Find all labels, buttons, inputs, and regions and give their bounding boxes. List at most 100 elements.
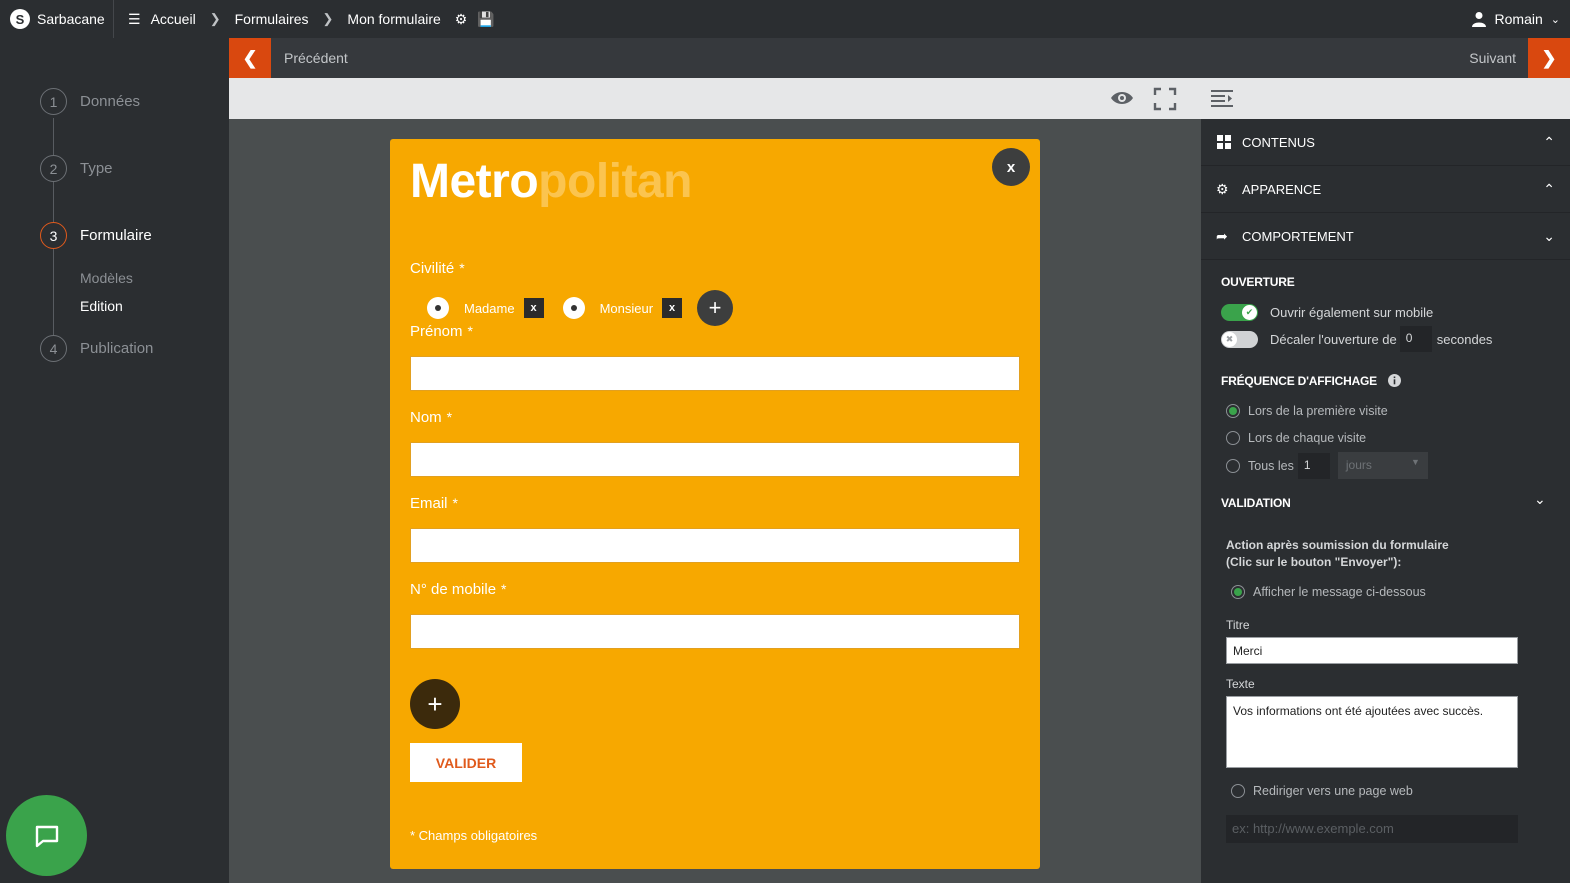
radio-madame[interactable] xyxy=(427,297,449,319)
section-comportement[interactable]: ➦ COMPORTEMENT ⌄ xyxy=(1201,213,1570,260)
delay-seconds-input[interactable]: 0 xyxy=(1399,326,1432,352)
substep-modeles[interactable]: Modèles xyxy=(80,270,133,286)
field-label-email[interactable]: Email * xyxy=(410,495,458,512)
delay-toggle-row: ✖ Décaler l'ouverture de 0 secondes xyxy=(1221,326,1492,352)
previous-button[interactable]: ❮ xyxy=(229,38,271,78)
remove-option-button[interactable]: x xyxy=(523,298,544,318)
required-marker: * xyxy=(452,495,458,511)
nom-input[interactable] xyxy=(410,442,1020,477)
freq-every-n[interactable]: Tous les 1 jours ▼ xyxy=(1226,452,1428,479)
chat-button[interactable] xyxy=(6,795,87,876)
field-label-text: N° de mobile xyxy=(410,581,497,598)
mobile-toggle[interactable]: ✔ xyxy=(1221,304,1258,321)
radio-unselected xyxy=(1231,784,1245,798)
grid-icon xyxy=(1217,135,1231,149)
submit-button[interactable]: VALIDER xyxy=(410,743,522,782)
required-fields-note: * Champs obligatoires xyxy=(410,828,538,843)
mobile-input[interactable] xyxy=(410,614,1020,649)
user-name: Romain xyxy=(1494,11,1543,27)
sarbacane-logo-icon: S xyxy=(10,9,30,29)
chevron-up-icon: ⌃ xyxy=(1543,180,1555,197)
next-label[interactable]: Suivant xyxy=(1469,50,1516,66)
ouverture-title: OUVERTURE xyxy=(1221,275,1295,289)
app-logo[interactable]: S Sarbacane xyxy=(10,9,113,29)
plus-icon: + xyxy=(427,688,443,719)
panel-toggle-icon[interactable] xyxy=(1211,89,1233,107)
breadcrumb-mon-formulaire: Mon formulaire xyxy=(347,11,441,27)
chevron-right-icon: ❯ xyxy=(209,11,221,26)
form-title[interactable]: Metropolitan xyxy=(410,154,692,209)
radio-label: Lors de la première visite xyxy=(1248,404,1388,418)
section-label: COMPORTEMENT xyxy=(1242,228,1354,244)
step-type[interactable]: 2 Type xyxy=(40,155,113,182)
delay-label-before: Décaler l'ouverture de xyxy=(1270,331,1397,347)
add-field-button[interactable]: + xyxy=(410,679,460,729)
delay-toggle[interactable]: ✖ xyxy=(1221,330,1258,348)
info-icon[interactable] xyxy=(1388,374,1402,387)
section-contenus[interactable]: CONTENUS ⌃ xyxy=(1201,119,1570,166)
option-label[interactable]: Madame xyxy=(464,301,515,316)
step-label: Type xyxy=(80,160,113,177)
freq-each-visit[interactable]: Lors de chaque visite xyxy=(1226,431,1366,445)
next-button[interactable]: ❯ xyxy=(1528,38,1570,78)
mobile-toggle-row: ✔ Ouvrir également sur mobile xyxy=(1221,304,1433,321)
field-label-text: Email xyxy=(410,495,448,512)
field-label-prenom[interactable]: Prénom * xyxy=(410,323,473,340)
redirect-url-input[interactable]: ex: http://www.exemple.com xyxy=(1226,815,1518,843)
remove-option-button[interactable]: x xyxy=(662,298,683,318)
panel-toolbar xyxy=(1201,78,1570,119)
form-popup[interactable]: x Metropolitan Civilité * Madame x Monsie… xyxy=(390,139,1040,869)
prenom-input[interactable] xyxy=(410,356,1020,391)
hamburger-menu-icon[interactable]: ☰ xyxy=(128,11,141,28)
titre-label: Titre xyxy=(1226,618,1250,632)
titre-input[interactable]: Merci xyxy=(1226,637,1518,664)
field-label-mobile[interactable]: N° de mobile * xyxy=(410,581,507,598)
step-donnees[interactable]: 1 Données xyxy=(40,88,140,115)
step-number: 3 xyxy=(40,222,67,249)
preview-eye-icon[interactable] xyxy=(1110,89,1134,107)
breadcrumb-accueil[interactable]: Accueil xyxy=(151,11,196,27)
top-divider xyxy=(113,0,114,38)
show-message-option[interactable]: Afficher le message ci-dessous xyxy=(1231,585,1426,599)
every-n-input[interactable]: 1 xyxy=(1297,452,1330,479)
radio-label: Tous les xyxy=(1248,458,1294,473)
unit-select[interactable]: jours ▼ xyxy=(1337,452,1428,479)
radio-selected xyxy=(1231,585,1245,599)
step-number: 1 xyxy=(40,88,67,115)
section-apparence[interactable]: ⚙ APPARENCE ⌃ xyxy=(1201,166,1570,213)
texte-textarea[interactable]: Vos informations ont été ajoutées avec s… xyxy=(1226,696,1518,768)
close-button[interactable]: x xyxy=(992,148,1030,186)
editor-toolbar xyxy=(229,78,1201,119)
chevron-up-icon: ⌃ xyxy=(1543,133,1555,150)
redirect-option[interactable]: Rediriger vers une page web xyxy=(1231,784,1413,798)
chevron-down-icon[interactable]: ⌄ xyxy=(1534,491,1546,508)
settings-gear-icon[interactable]: ⚙ xyxy=(455,11,468,28)
breadcrumb-formulaires[interactable]: Formulaires xyxy=(235,11,309,27)
validation-title: VALIDATION xyxy=(1221,496,1291,510)
radio-selected xyxy=(1226,404,1240,418)
step-formulaire[interactable]: 3 Formulaire xyxy=(40,222,152,249)
add-option-button[interactable]: + xyxy=(697,290,734,326)
field-label-text: Civilité xyxy=(410,260,455,277)
step-publication[interactable]: 4 Publication xyxy=(40,335,153,362)
field-label-nom[interactable]: Nom * xyxy=(410,409,452,426)
step-navigation: ❮ Précédent Suivant ❯ xyxy=(229,38,1570,78)
step-label: Formulaire xyxy=(80,227,152,244)
radio-label: Rediriger vers une page web xyxy=(1253,784,1413,798)
field-label-text: Nom xyxy=(410,409,442,426)
required-marker: * xyxy=(459,260,465,276)
radio-monsieur[interactable] xyxy=(562,297,585,319)
unit-select-value: jours xyxy=(1345,458,1372,472)
freq-first-visit[interactable]: Lors de la première visite xyxy=(1226,404,1388,418)
save-icon[interactable]: 💾 xyxy=(477,11,494,28)
user-menu[interactable]: Romain ⌄ xyxy=(1471,0,1560,38)
civility-label[interactable]: Civilité * xyxy=(410,260,465,277)
previous-label[interactable]: Précédent xyxy=(284,50,348,66)
fullscreen-icon[interactable] xyxy=(1153,87,1177,111)
chevron-right-icon: ❯ xyxy=(1541,47,1557,68)
option-label[interactable]: Monsieur xyxy=(600,301,653,316)
email-input[interactable] xyxy=(410,528,1020,563)
section-label: CONTENUS xyxy=(1242,134,1315,150)
radio-unselected xyxy=(1226,431,1240,445)
substep-edition[interactable]: Edition xyxy=(80,298,123,314)
